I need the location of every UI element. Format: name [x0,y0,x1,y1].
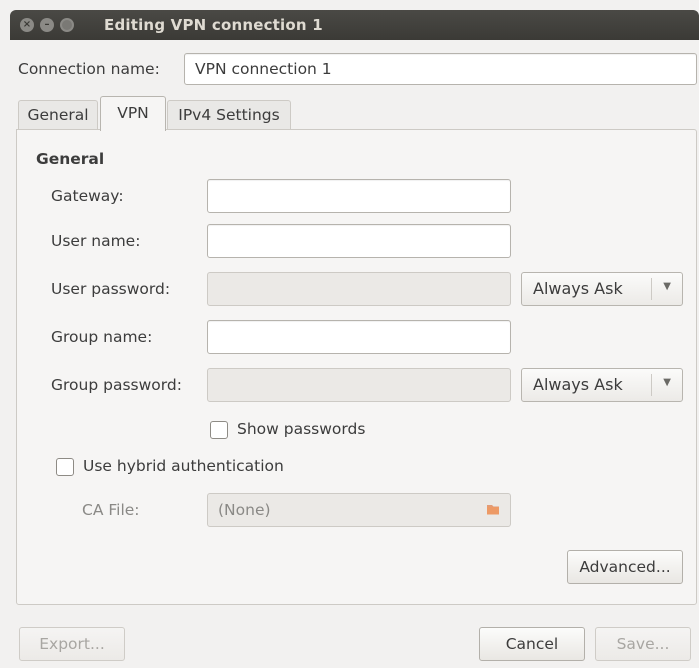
user-name-label: User name: [51,232,141,250]
gateway-field[interactable] [207,179,511,213]
user-password-mode-select[interactable]: Always Ask ▼ [521,272,683,306]
tab-general[interactable]: General [18,100,98,130]
close-window-button[interactable]: × [20,18,34,32]
maximize-window-button[interactable] [60,18,74,32]
chevron-down-icon: ▼ [663,281,671,292]
minimize-window-button[interactable]: – [40,18,54,32]
connection-name-label: Connection name: [18,60,160,78]
ca-file-value: (None) [218,501,271,519]
minimize-icon: – [44,19,50,30]
window-titlebar[interactable]: × – Editing VPN connection 1 [10,10,699,40]
connection-name-field[interactable] [184,53,697,85]
user-password-field[interactable] [207,272,511,306]
combo-separator [651,278,652,300]
user-password-label: User password: [51,280,171,298]
advanced-button[interactable]: Advanced... [567,550,683,584]
gateway-label: Gateway: [51,187,124,205]
user-password-mode-value: Always Ask [533,279,623,298]
group-password-mode-value: Always Ask [533,375,623,394]
user-name-field[interactable] [207,224,511,258]
combo-separator [651,374,652,396]
tab-vpn[interactable]: VPN [100,96,166,131]
window-title: Editing VPN connection 1 [104,16,323,34]
chevron-down-icon: ▼ [663,377,671,388]
group-password-label: Group password: [51,376,182,394]
cancel-button[interactable]: Cancel [479,627,585,661]
export-button[interactable]: Export... [19,627,125,661]
show-passwords-label[interactable]: Show passwords [237,420,365,438]
group-name-field[interactable] [207,320,511,354]
dialog-body: Connection name: General VPN IPv4 Settin… [10,40,699,668]
save-button[interactable]: Save... [595,627,691,661]
folder-icon [487,505,499,515]
vpn-settings-panel: General Gateway: User name: User passwor… [16,129,697,605]
hybrid-authentication-label[interactable]: Use hybrid authentication [83,457,284,475]
group-password-mode-select[interactable]: Always Ask ▼ [521,368,683,402]
section-title-general: General [36,150,105,168]
ca-file-label: CA File: [82,501,140,519]
tab-ipv4-settings[interactable]: IPv4 Settings [167,100,291,130]
hybrid-authentication-checkbox[interactable] [56,458,74,476]
group-password-field[interactable] [207,368,511,402]
show-passwords-checkbox[interactable] [210,421,228,439]
close-icon: × [22,19,32,30]
ca-file-chooser[interactable]: (None) [207,493,511,527]
group-name-label: Group name: [51,328,153,346]
